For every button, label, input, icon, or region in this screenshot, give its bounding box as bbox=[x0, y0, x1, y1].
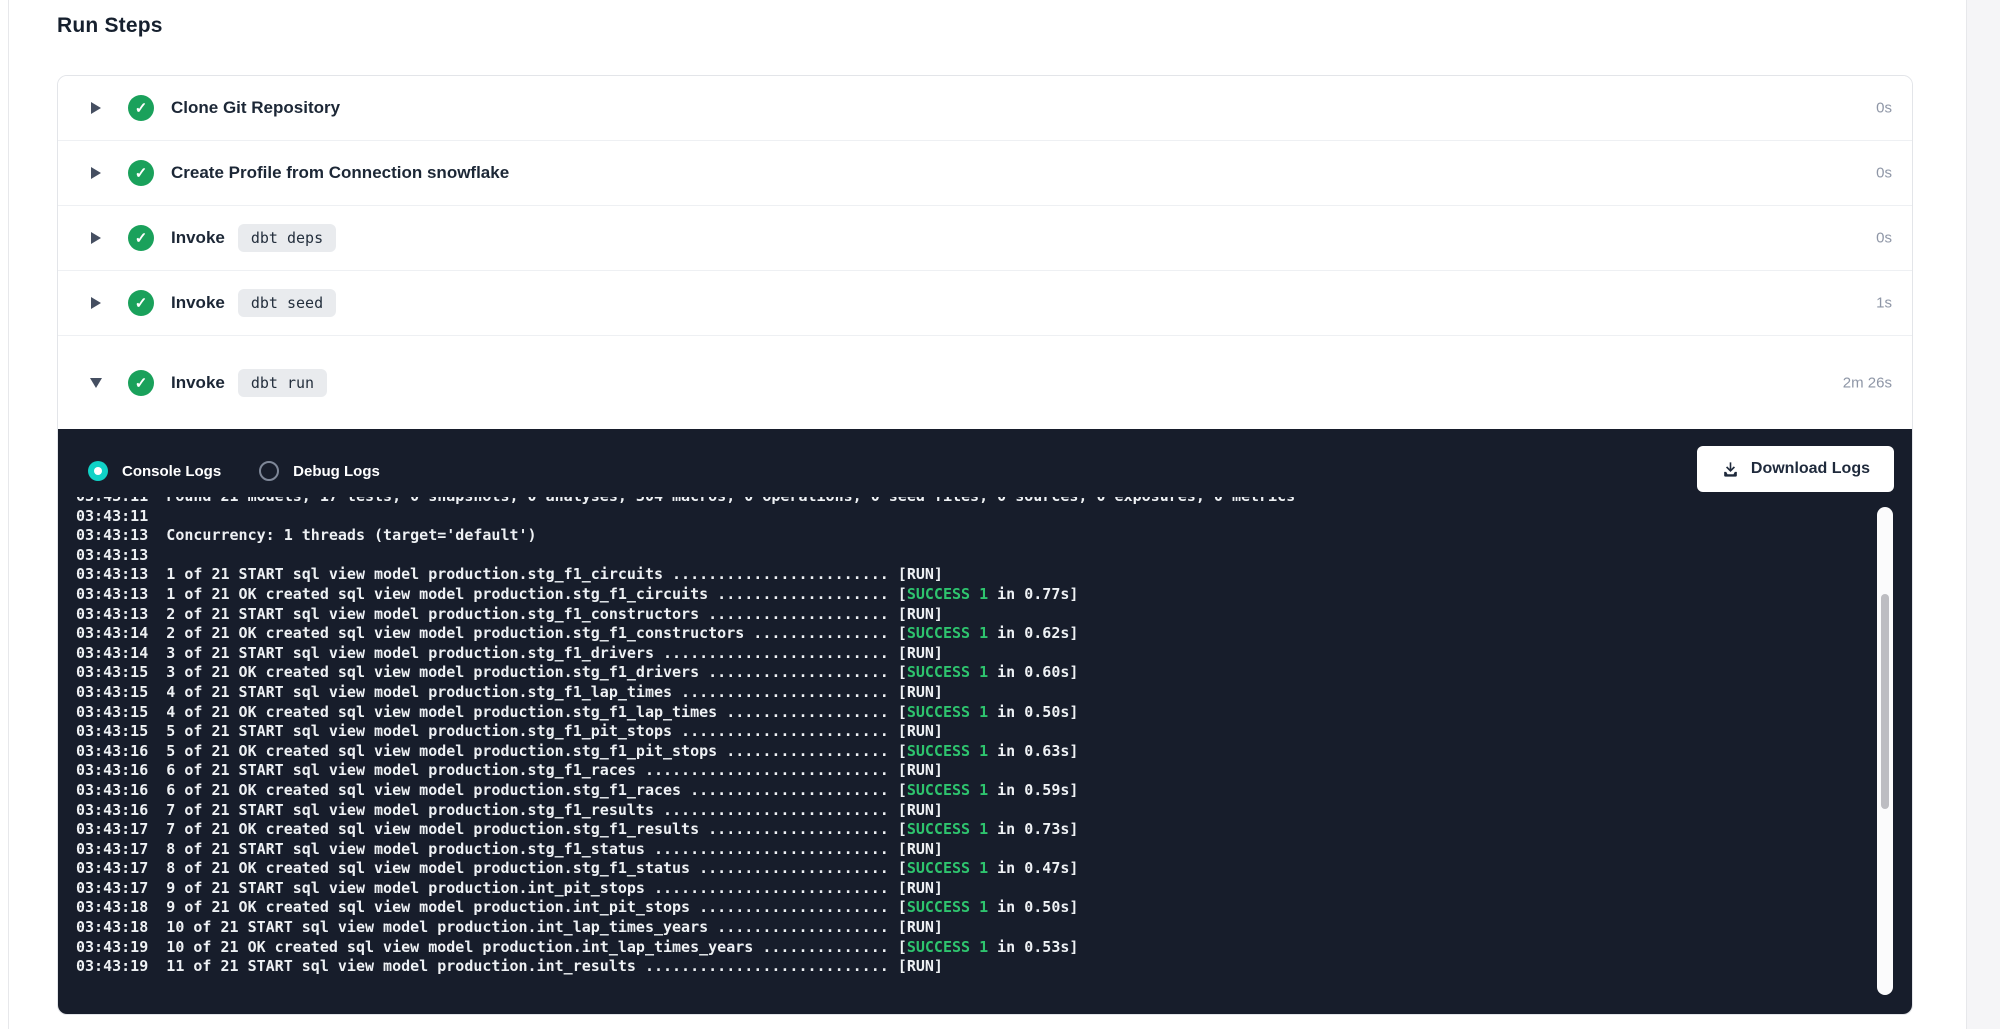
step-label: Invoke bbox=[171, 373, 225, 393]
success-status: SUCCESS 1 bbox=[907, 585, 988, 603]
log-line: 03:43:16 5 of 21 OK created sql view mod… bbox=[76, 742, 1876, 762]
tab-console-logs[interactable]: Console Logs bbox=[88, 461, 221, 481]
log-line: 03:43:13 2 of 21 START sql view model pr… bbox=[76, 605, 1876, 625]
log-line: 03:43:13 1 of 21 START sql view model pr… bbox=[76, 565, 1876, 585]
success-status: SUCCESS 1 bbox=[907, 624, 988, 642]
log-line: 03:43:15 4 of 21 START sql view model pr… bbox=[76, 683, 1876, 703]
step-row[interactable]: ✓ Clone Git Repository 0s bbox=[58, 76, 1912, 141]
left-divider bbox=[8, 0, 9, 1029]
step-row[interactable]: ✓ Invoke dbt seed 1s bbox=[58, 271, 1912, 336]
right-rail bbox=[1966, 0, 2000, 1029]
chevron-shape bbox=[91, 102, 101, 114]
step-duration: 0s bbox=[1876, 165, 1892, 182]
download-icon bbox=[1721, 460, 1740, 479]
success-status: SUCCESS 1 bbox=[907, 663, 988, 681]
log-scrollbar-track[interactable] bbox=[1877, 507, 1893, 995]
log-scrollbar-thumb[interactable] bbox=[1881, 594, 1889, 809]
log-line: 03:43:19 11 of 21 START sql view model p… bbox=[76, 957, 1876, 977]
step-command-pill: dbt run bbox=[238, 369, 327, 397]
chevron-shape bbox=[91, 167, 101, 179]
step-command-pill: dbt seed bbox=[238, 289, 336, 317]
success-check-icon: ✓ bbox=[128, 290, 154, 316]
run-steps-list: ✓ Clone Git Repository 0s ✓ Create Profile f… bbox=[58, 76, 1912, 429]
log-line: 03:43:15 3 of 21 OK created sql view mod… bbox=[76, 663, 1876, 683]
success-status: SUCCESS 1 bbox=[907, 859, 988, 877]
chevron-right-icon[interactable] bbox=[89, 295, 103, 311]
download-logs-button[interactable]: Download Logs bbox=[1697, 446, 1894, 492]
log-line: 03:43:14 3 of 21 START sql view model pr… bbox=[76, 644, 1876, 664]
log-line: 03:43:15 4 of 21 OK created sql view mod… bbox=[76, 703, 1876, 723]
chevron-shape bbox=[90, 378, 102, 388]
log-line: 03:43:17 8 of 21 START sql view model pr… bbox=[76, 840, 1876, 860]
log-line: 03:43:17 9 of 21 START sql view model pr… bbox=[76, 879, 1876, 899]
step-duration: 0s bbox=[1876, 230, 1892, 247]
debug-logs-label: Debug Logs bbox=[293, 463, 380, 480]
success-status: SUCCESS 1 bbox=[907, 703, 988, 721]
success-status: SUCCESS 1 bbox=[907, 938, 988, 956]
log-line: 03:43:11 Found 21 models, 17 tests, 0 sn… bbox=[76, 497, 1876, 507]
log-line: 03:43:16 7 of 21 START sql view model pr… bbox=[76, 801, 1876, 821]
log-line: 03:43:17 7 of 21 OK created sql view mod… bbox=[76, 820, 1876, 840]
download-logs-label: Download Logs bbox=[1751, 460, 1870, 478]
log-line: 03:43:13 1 of 21 OK created sql view mod… bbox=[76, 585, 1876, 605]
chevron-down-icon[interactable] bbox=[89, 375, 103, 391]
chevron-right-icon[interactable] bbox=[89, 100, 103, 116]
step-label: Invoke bbox=[171, 293, 225, 313]
radio-selected-icon[interactable] bbox=[88, 461, 108, 481]
log-line: 03:43:16 6 of 21 START sql view model pr… bbox=[76, 761, 1876, 781]
log-line: 03:43:15 5 of 21 START sql view model pr… bbox=[76, 722, 1876, 742]
step-duration: 2m 26s bbox=[1843, 374, 1892, 391]
log-line: 03:43:13 Concurrency: 1 threads (target=… bbox=[76, 526, 1876, 546]
success-status: SUCCESS 1 bbox=[907, 742, 988, 760]
success-check-icon: ✓ bbox=[128, 160, 154, 186]
log-lines: 03:43:11 Found 21 models, 17 tests, 0 sn… bbox=[76, 497, 1876, 977]
step-label: Clone Git Repository bbox=[171, 98, 340, 118]
chevron-shape bbox=[91, 297, 101, 309]
step-row[interactable]: ✓ Invoke dbt run 2m 26s bbox=[58, 336, 1912, 429]
log-line: 03:43:19 10 of 21 OK created sql view mo… bbox=[76, 938, 1876, 958]
chevron-right-icon[interactable] bbox=[89, 165, 103, 181]
log-line: 03:43:16 6 of 21 OK created sql view mod… bbox=[76, 781, 1876, 801]
log-line: 03:43:17 8 of 21 OK created sql view mod… bbox=[76, 859, 1876, 879]
log-line: 03:43:18 9 of 21 OK created sql view mod… bbox=[76, 898, 1876, 918]
success-status: SUCCESS 1 bbox=[907, 820, 988, 838]
success-check-icon: ✓ bbox=[128, 225, 154, 251]
success-status: SUCCESS 1 bbox=[907, 781, 988, 799]
log-line: 03:43:13 bbox=[76, 546, 1876, 566]
log-viewport: 03:43:11 Found 21 models, 17 tests, 0 sn… bbox=[76, 497, 1876, 998]
log-tabs: Console Logs Debug Logs bbox=[88, 461, 380, 481]
page-title: Run Steps bbox=[57, 14, 163, 38]
chevron-shape bbox=[91, 232, 101, 244]
console-logs-label: Console Logs bbox=[122, 463, 221, 480]
log-line: 03:43:11 bbox=[76, 507, 1876, 527]
chevron-right-icon[interactable] bbox=[89, 230, 103, 246]
step-command-pill: dbt deps bbox=[238, 224, 336, 252]
step-label: Invoke bbox=[171, 228, 225, 248]
tab-debug-logs[interactable]: Debug Logs bbox=[259, 461, 380, 481]
success-check-icon: ✓ bbox=[128, 370, 154, 396]
console-panel: Console Logs Debug Logs Download Logs 03… bbox=[58, 429, 1912, 1014]
step-duration: 0s bbox=[1876, 100, 1892, 117]
success-check-icon: ✓ bbox=[128, 95, 154, 121]
step-row[interactable]: ✓ Create Profile from Connection snowflak… bbox=[58, 141, 1912, 206]
step-label: Create Profile from Connection snowflake bbox=[171, 163, 509, 183]
radio-unselected-icon[interactable] bbox=[259, 461, 279, 481]
step-duration: 1s bbox=[1876, 295, 1892, 312]
log-line: 03:43:18 10 of 21 START sql view model p… bbox=[76, 918, 1876, 938]
log-line: 03:43:14 2 of 21 OK created sql view mod… bbox=[76, 624, 1876, 644]
run-steps-card: ✓ Clone Git Repository 0s ✓ Create Profile f… bbox=[57, 75, 1913, 1015]
success-status: SUCCESS 1 bbox=[907, 898, 988, 916]
step-row[interactable]: ✓ Invoke dbt deps 0s bbox=[58, 206, 1912, 271]
